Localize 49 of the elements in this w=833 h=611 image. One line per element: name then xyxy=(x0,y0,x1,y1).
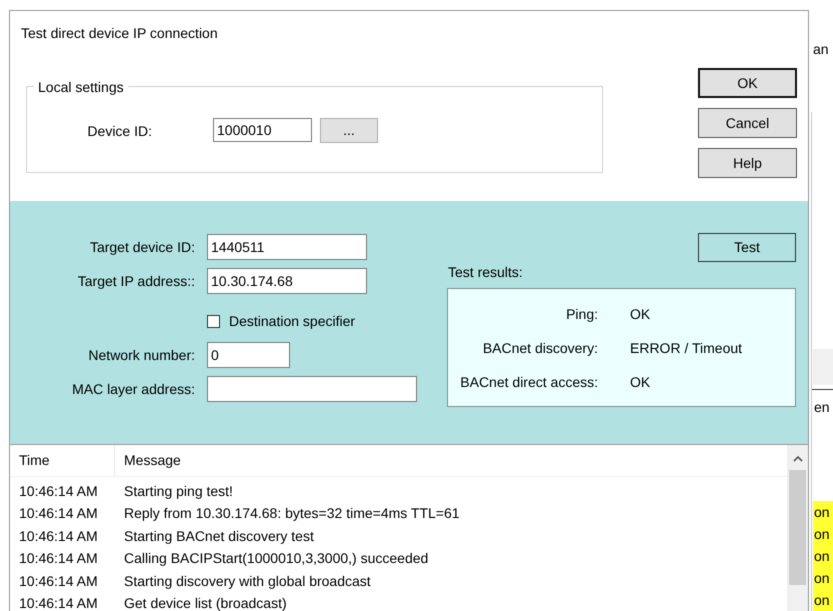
test-button[interactable]: Test xyxy=(698,233,796,262)
cell-text: an xyxy=(813,40,829,59)
dialog-button[interactable]: OK xyxy=(698,68,797,98)
result-label: BACnet direct access: xyxy=(459,372,598,392)
checkbox[interactable] xyxy=(207,315,220,328)
field-label: Network number: xyxy=(87,346,195,364)
column-header[interactable]: Time xyxy=(10,445,115,476)
dialog-button[interactable]: Cancel xyxy=(698,108,797,138)
log-message: Starting ping test! xyxy=(123,482,233,501)
result-label: Ping: xyxy=(565,304,598,324)
dialog-button[interactable]: Help xyxy=(698,148,797,178)
field-label: Device ID: xyxy=(86,122,152,141)
text-input[interactable]: 1440511 xyxy=(207,234,367,260)
dialog-title: Test direct device IP connection xyxy=(21,24,218,43)
log-time: 10:46:14 AM xyxy=(18,482,99,501)
table-cell: on xyxy=(813,523,833,545)
result-value: OK xyxy=(630,372,650,392)
table-cell: on xyxy=(813,589,833,611)
text-input[interactable]: 0 xyxy=(207,342,290,368)
table-cell: on xyxy=(813,545,833,567)
log-time: 10:46:14 AM xyxy=(18,526,99,546)
text-input[interactable] xyxy=(207,376,417,402)
text-input[interactable]: 10.30.174.68 xyxy=(207,268,367,294)
field-label: Target IP address:: xyxy=(76,272,195,291)
log-message: Starting BACnet discovery test xyxy=(123,526,314,546)
log-time: 10:46:14 AM xyxy=(18,504,99,524)
log-message: Get device list (broadcast) xyxy=(123,594,287,611)
field-label: MAC layer address: xyxy=(71,380,195,399)
log-time: 10:46:14 AM xyxy=(18,572,99,591)
log-time: 10:46:14 AM xyxy=(18,594,99,611)
vertical-scrollbar[interactable] xyxy=(787,445,808,611)
result-label: BACnet discovery: xyxy=(482,338,598,358)
result-value: OK xyxy=(630,304,650,324)
column-header[interactable]: Message xyxy=(115,445,181,476)
field-label: Target device ID: xyxy=(88,238,195,257)
test-results-title: Test results: xyxy=(448,263,523,282)
log-message: Reply from 10.30.174.68: bytes=32 time=4ms TTL=61 xyxy=(123,504,460,524)
table-cell: on xyxy=(813,567,833,589)
log-time: 10:46:14 AM xyxy=(18,549,99,568)
browse-button[interactable]: ... xyxy=(320,118,378,143)
log-message: Starting discovery with global broadcast xyxy=(123,572,371,591)
scroll-up-icon[interactable] xyxy=(792,455,802,462)
scrollbar-thumb[interactable] xyxy=(789,470,806,585)
panel-strip xyxy=(813,349,833,385)
checkbox-label: Destination specifier xyxy=(229,312,356,331)
result-value: ERROR / Timeout xyxy=(630,338,742,358)
log-message: Calling BACIPStart(1000010,3,3000,) succeeded xyxy=(123,549,428,568)
device-id-input[interactable]: 1000010 xyxy=(213,118,312,142)
table-cell: on xyxy=(813,501,833,523)
